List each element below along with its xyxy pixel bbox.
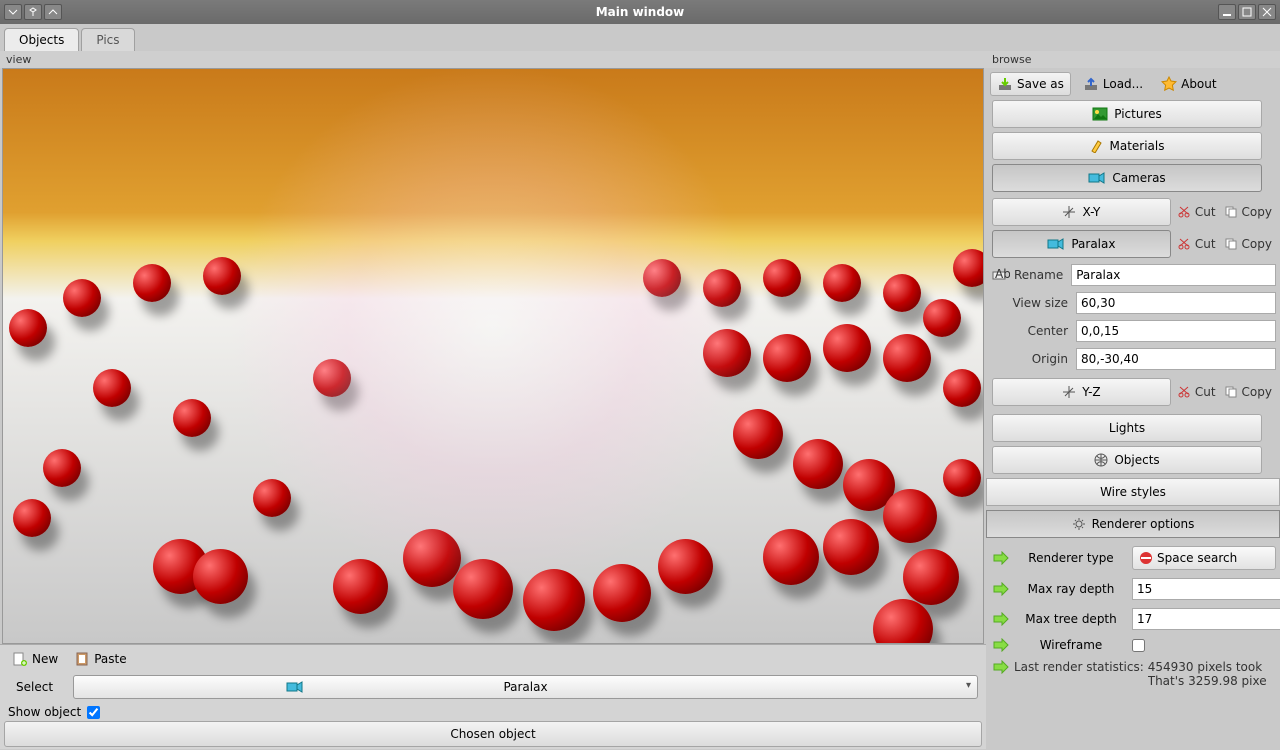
show-object-label: Show object	[8, 705, 81, 719]
paste-button[interactable]: Paste	[70, 649, 130, 669]
browse-section-label: browse	[986, 51, 1280, 68]
renderer-type-select[interactable]: Space search	[1132, 546, 1276, 570]
yz-cut-button[interactable]: Cut	[1175, 385, 1220, 399]
xy-copy-button[interactable]: Copy	[1222, 205, 1276, 219]
renderer-type-label: Renderer type	[1016, 551, 1126, 565]
window-title: Main window	[62, 5, 1218, 19]
max-tree-depth-input[interactable]	[1132, 608, 1280, 630]
new-label: New	[32, 652, 58, 666]
arrow-right-icon	[992, 612, 1010, 626]
materials-button[interactable]: Materials	[992, 132, 1262, 160]
objects-button[interactable]: Objects	[992, 446, 1262, 474]
object-select-value: Paralax	[503, 680, 547, 694]
center-label: Center	[992, 324, 1072, 338]
tab-pics[interactable]: Pics	[81, 28, 134, 51]
window-pin-icon[interactable]	[24, 4, 42, 20]
scissors-icon	[1177, 205, 1191, 219]
camera-icon	[286, 680, 304, 694]
rename-icon: Abc	[992, 268, 1010, 282]
about-button[interactable]: About	[1155, 73, 1222, 95]
axes-icon	[1062, 205, 1076, 219]
view-size-label: View size	[992, 296, 1072, 310]
chevron-down-icon: ▾	[966, 680, 971, 691]
rename-label: Rename	[1014, 268, 1067, 282]
window-shade-icon[interactable]	[44, 4, 62, 20]
svg-text:Abc: Abc	[995, 268, 1010, 281]
tab-objects[interactable]: Objects	[4, 28, 79, 51]
camera-icon	[1088, 171, 1106, 185]
render-viewport[interactable]	[2, 68, 984, 644]
pictures-icon	[1092, 107, 1108, 121]
wireframe-label: Wireframe	[1016, 638, 1126, 652]
main-tabs: Objects Pics	[0, 24, 1280, 51]
new-icon	[12, 651, 28, 667]
rename-input[interactable]	[1071, 264, 1276, 286]
cameras-button[interactable]: Cameras	[992, 164, 1262, 192]
pictures-button[interactable]: Pictures	[992, 100, 1262, 128]
object-select-dropdown[interactable]: Paralax ▾	[73, 675, 978, 699]
yz-copy-button[interactable]: Copy	[1222, 385, 1276, 399]
max-ray-depth-input[interactable]	[1132, 578, 1280, 600]
view-section-label: view	[0, 51, 986, 68]
minimize-icon[interactable]	[1218, 4, 1236, 20]
close-icon[interactable]	[1258, 4, 1276, 20]
arrow-right-icon	[992, 551, 1010, 565]
paste-icon	[74, 651, 90, 667]
maximize-icon[interactable]	[1238, 4, 1256, 20]
camera-paralax-button[interactable]: Paralax	[992, 230, 1171, 258]
save-icon	[997, 76, 1013, 92]
paralax-cut-button[interactable]: Cut	[1175, 237, 1220, 251]
copy-icon	[1224, 237, 1238, 251]
stats-line1: 454930 pixels took	[1148, 660, 1276, 674]
chosen-object-button[interactable]: Chosen object	[4, 721, 982, 747]
view-size-input[interactable]	[1076, 292, 1276, 314]
window-menu-icon[interactable]	[4, 4, 22, 20]
camera-yz-button[interactable]: Y-Z	[992, 378, 1171, 406]
origin-label: Origin	[992, 352, 1072, 366]
lights-button[interactable]: Lights	[992, 414, 1262, 442]
camera-icon	[1047, 237, 1065, 251]
center-input[interactable]	[1076, 320, 1276, 342]
arrow-right-icon	[992, 660, 1010, 674]
paste-label: Paste	[94, 652, 126, 666]
materials-icon	[1089, 139, 1103, 153]
arrow-right-icon	[992, 582, 1010, 596]
copy-icon	[1224, 385, 1238, 399]
window-titlebar: Main window	[0, 0, 1280, 24]
gear-icon	[1072, 517, 1086, 531]
xy-cut-button[interactable]: Cut	[1175, 205, 1220, 219]
wire-styles-button[interactable]: Wire styles	[986, 478, 1280, 506]
stats-line2: That's 3259.98 pixe	[1148, 674, 1276, 688]
arrow-right-icon	[992, 638, 1010, 652]
axes-icon	[1062, 385, 1076, 399]
show-object-checkbox[interactable]	[87, 706, 100, 719]
scissors-icon	[1177, 237, 1191, 251]
max-tree-depth-label: Max tree depth	[1016, 612, 1126, 626]
copy-icon	[1224, 205, 1238, 219]
renderer-options-button[interactable]: Renderer options	[986, 510, 1280, 538]
stats-label: Last render statistics:	[1014, 660, 1144, 674]
max-ray-depth-label: Max ray depth	[1016, 582, 1126, 596]
globe-icon	[1094, 453, 1108, 467]
prohibit-icon	[1139, 551, 1153, 565]
wireframe-checkbox[interactable]	[1132, 639, 1145, 652]
camera-xy-button[interactable]: X-Y	[992, 198, 1171, 226]
scissors-icon	[1177, 385, 1191, 399]
origin-input[interactable]	[1076, 348, 1276, 370]
save-as-button[interactable]: Save as	[990, 72, 1071, 96]
load-button[interactable]: Load...	[1077, 73, 1149, 95]
viewport-scene	[3, 69, 983, 643]
load-icon	[1083, 76, 1099, 92]
chosen-object-label: Chosen object	[450, 727, 535, 741]
paralax-copy-button[interactable]: Copy	[1222, 237, 1276, 251]
select-label: Select	[8, 680, 61, 694]
new-button[interactable]: New	[8, 649, 62, 669]
star-icon	[1161, 76, 1177, 92]
